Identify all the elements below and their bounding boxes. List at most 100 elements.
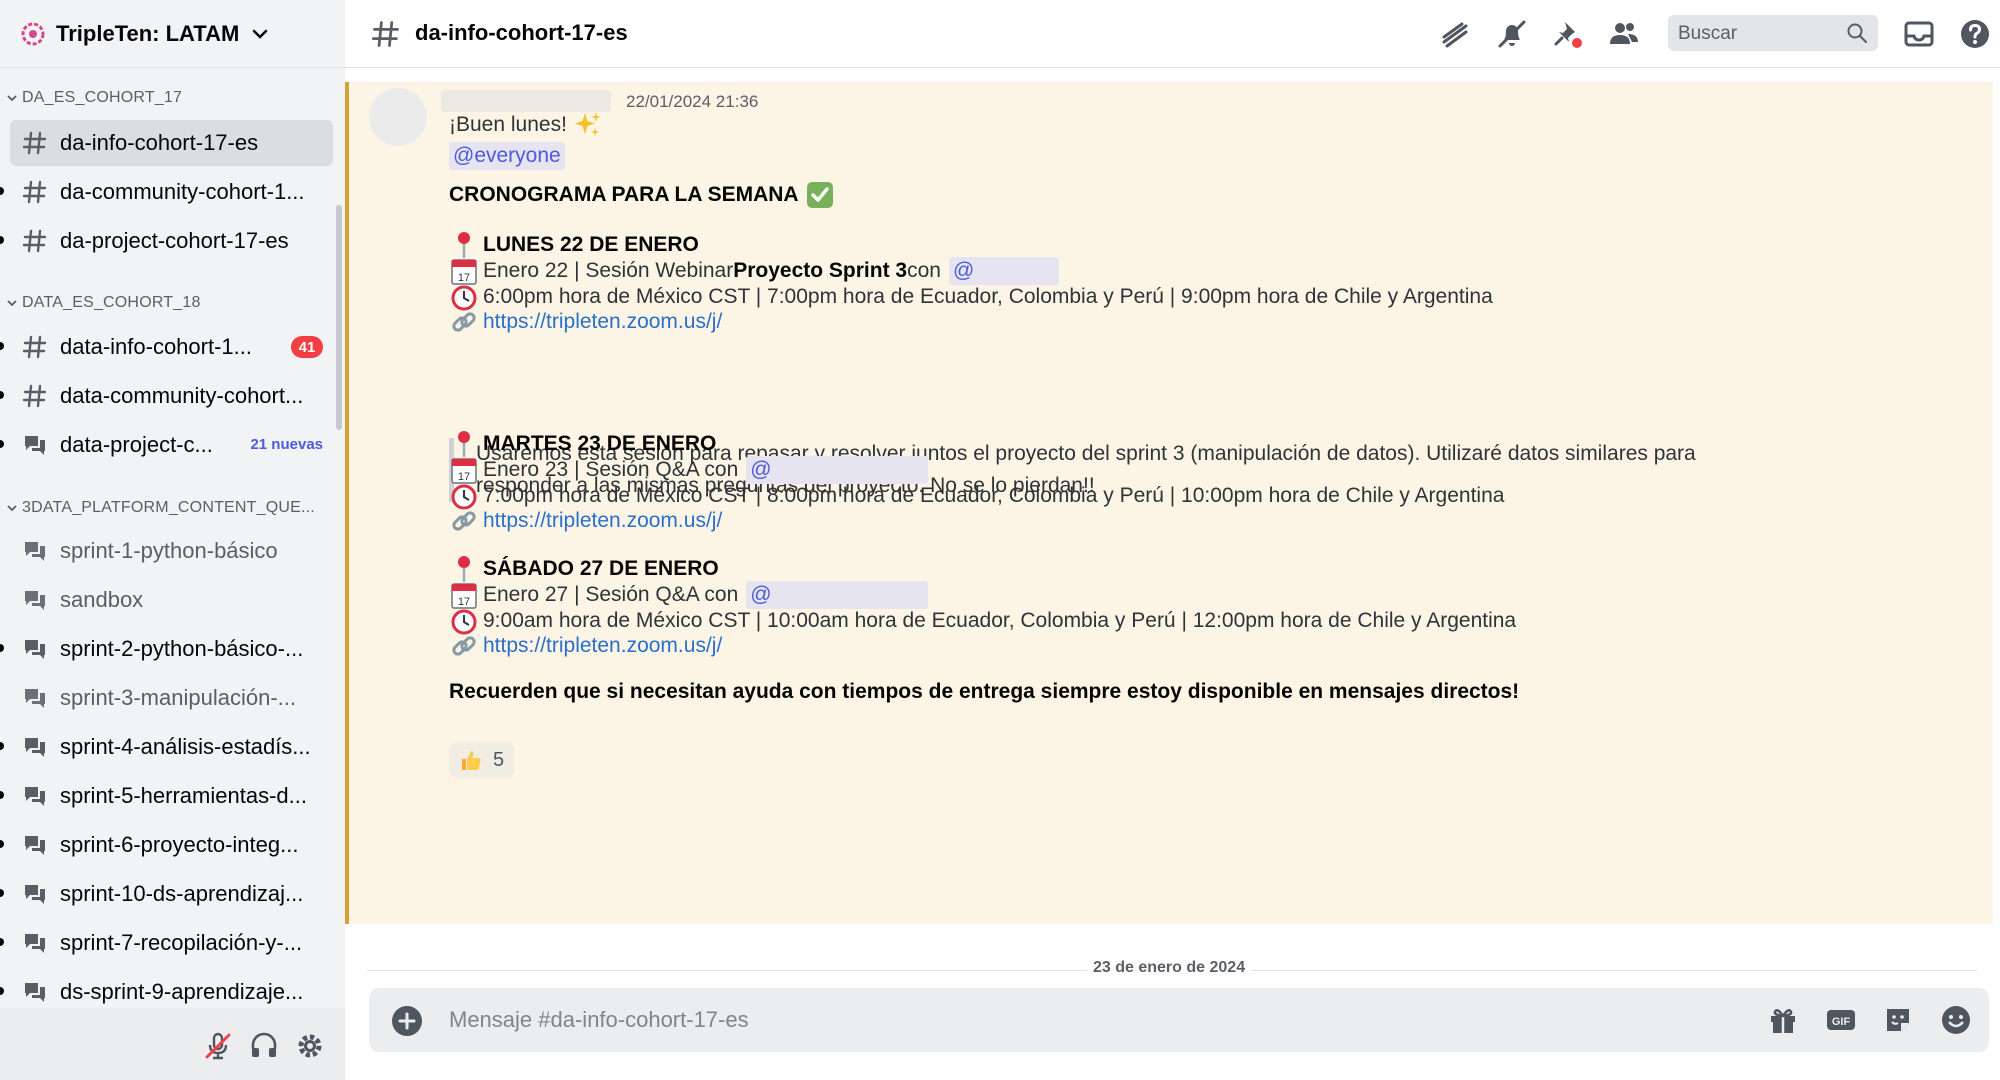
gif-icon[interactable]: GIF [1825,1004,1857,1036]
forum-icon [25,542,45,561]
forum-icon [25,738,45,757]
session-bold-text: Proyecto Sprint 3 [733,259,908,282]
channel-sprint-1-python-basico[interactable]: sprint-1-python-básico [10,528,333,574]
unread-indicator [0,987,4,995]
sparkles-icon [574,112,601,136]
thumbs-up-icon [462,751,481,770]
check-mark-icon [806,182,833,208]
member-list-icon[interactable] [1607,17,1641,51]
reaction-thumbs-up[interactable]: 5 [449,742,515,778]
mention-host-redacted[interactable]: @ [746,456,929,484]
session-text: Enero 27 | Sesión Q&A con [483,583,739,606]
channel-list: DA_ES_COHORT_17 da-info-cohort-17-es da-… [0,68,345,1008]
channel-da-project-cohort-17-es[interactable]: da-project-cohort-17-es [0,218,333,264]
channel-sprint-2-python-basico[interactable]: sprint-2-python-básico-... [0,626,333,672]
times-text: 9:00am hora de México CST | 10:00am hora… [483,609,1517,632]
server-header[interactable]: TripleTen: LATAM [0,0,345,68]
channel-sprint-4-analisis[interactable]: sprint-4-análisis-estadís... [0,724,333,770]
forum-icon [25,436,45,455]
category-label: DA_ES_COHORT_17 [22,89,183,106]
author-name-redacted[interactable] [441,90,611,112]
category-label: 3DATA_PLATFORM_CONTENT_QUE... [22,499,315,516]
pinned-messages-icon[interactable] [1551,17,1585,51]
channel-sprint-3-manipulacion[interactable]: sprint-3-manipulación-... [10,675,333,721]
schedule-title: CRONOGRAMA PARA LA SEMANA [449,183,799,206]
channel-sprint-5-herramientas[interactable]: sprint-5-herramientas-d... [0,773,333,819]
mention-everyone[interactable]: @everyone [449,142,565,170]
category-label: DATA_ES_COHORT_18 [22,294,201,311]
channel-name: data-project-c... [60,432,213,457]
channel-data-project[interactable]: data-project-c... 21 nuevas [0,422,333,468]
message-composer: GIF [369,988,1989,1052]
hash-icon [22,335,47,359]
reaction-count: 5 [493,748,505,771]
unread-indicator [0,791,4,799]
unread-indicator [0,938,4,946]
category-3data-platform-content[interactable]: 3DATA_PLATFORM_CONTENT_QUE... [0,496,340,520]
link-line: https://tripleten.zoom.us/j/ [449,631,722,661]
notifications-muted-icon[interactable] [1495,17,1529,51]
zoom-link[interactable]: https://tripleten.zoom.us/j/ [483,634,722,658]
gift-icon[interactable] [1767,1004,1799,1036]
channel-sprint-10-ds[interactable]: sprint-10-ds-aprendizaj... [0,871,333,917]
forum-icon [25,836,45,855]
channel-name: data-info-cohort-1... [60,334,252,359]
category-da-es-cohort-17[interactable]: DA_ES_COHORT_17 [0,86,340,110]
closing-line: Recuerden que si necesitan ayuda con tie… [449,680,1519,704]
zoom-link[interactable]: https://tripleten.zoom.us/j/ [483,509,722,533]
unread-indicator [0,391,4,399]
greeting-text: ¡Buen lunes! [449,113,567,136]
mention-line: @everyone [449,142,565,170]
unread-indicator [0,644,4,652]
message-highlighted[interactable]: 22/01/2024 21:36 ¡Buen lunes! @everyone … [345,82,1993,924]
date-divider-label: 23 de enero de 2024 [1087,959,1252,977]
forum-icon [25,983,45,1002]
threads-icon[interactable] [1438,17,1472,51]
zoom-link[interactable]: https://tripleten.zoom.us/j/ [483,310,722,334]
channel-data-community-cohort[interactable]: data-community-cohort... [0,373,333,419]
search-box[interactable]: Buscar [1668,15,1878,51]
mention-host-redacted[interactable]: @ [948,257,1059,285]
channel-name: sprint-4-análisis-estadís... [60,734,311,759]
hash-icon [371,21,399,47]
category-data-es-cohort-18[interactable]: DATA_ES_COHORT_18 [0,291,340,315]
settings-gear-icon[interactable] [294,1030,326,1062]
headphones-icon[interactable] [248,1030,280,1062]
hash-icon [22,384,47,408]
mention-count-badge: 41 [291,336,323,358]
mention-host-redacted[interactable]: @ [746,581,929,609]
channel-da-community-cohort[interactable]: da-community-cohort-1... [0,169,333,215]
closing-text: Recuerden que si necesitan ayuda con tie… [449,680,1520,703]
channel-da-info-cohort-17-es[interactable]: da-info-cohort-17-es [10,120,333,166]
channel-name: da-info-cohort-17-es [60,130,259,155]
avatar[interactable] [369,88,427,146]
channel-name: da-community-cohort-1... [60,179,305,204]
day-heading: MARTES 23 DE ENERO [483,432,717,455]
channel-sandbox[interactable]: sandbox [10,577,333,623]
link-icon [452,511,476,531]
channel-sprint-7-recopilacion[interactable]: sprint-7-recopilación-y-... [0,920,333,966]
message-input[interactable] [449,998,1649,1042]
unread-indicator [0,742,4,750]
date-divider: 23 de enero de 2024 [367,959,1977,981]
message-list[interactable]: 22/01/2024 21:36 ¡Buen lunes! @everyone … [345,68,2000,988]
channel-name: da-project-cohort-17-es [60,228,289,253]
channel-data-info-cohort[interactable]: data-info-cohort-1... 41 [0,324,333,370]
inbox-icon[interactable] [1902,17,1936,51]
emoji-icon[interactable] [1940,1004,1972,1036]
channel-ds-sprint-9[interactable]: ds-sprint-9-aprendizaje... [0,969,333,1008]
chevron-down-icon [7,300,17,307]
forum-icon [25,689,45,708]
mic-muted-icon[interactable] [202,1030,234,1062]
link-line: https://tripleten.zoom.us/j/ [449,307,722,337]
channel-name: sprint-6-proyecto-integ... [60,832,299,857]
svg-text:GIF: GIF [1832,1016,1851,1028]
sidebar-scrollbar[interactable] [336,205,342,430]
channel-sprint-6-proyecto[interactable]: sprint-6-proyecto-integ... [0,822,333,868]
unread-indicator [0,440,4,448]
sticker-icon[interactable] [1882,1004,1914,1036]
server-name: TripleTen: LATAM [56,20,240,46]
chevron-down-icon[interactable] [251,25,269,43]
help-icon[interactable] [1958,17,1992,51]
add-attachment-icon[interactable] [391,1005,423,1037]
